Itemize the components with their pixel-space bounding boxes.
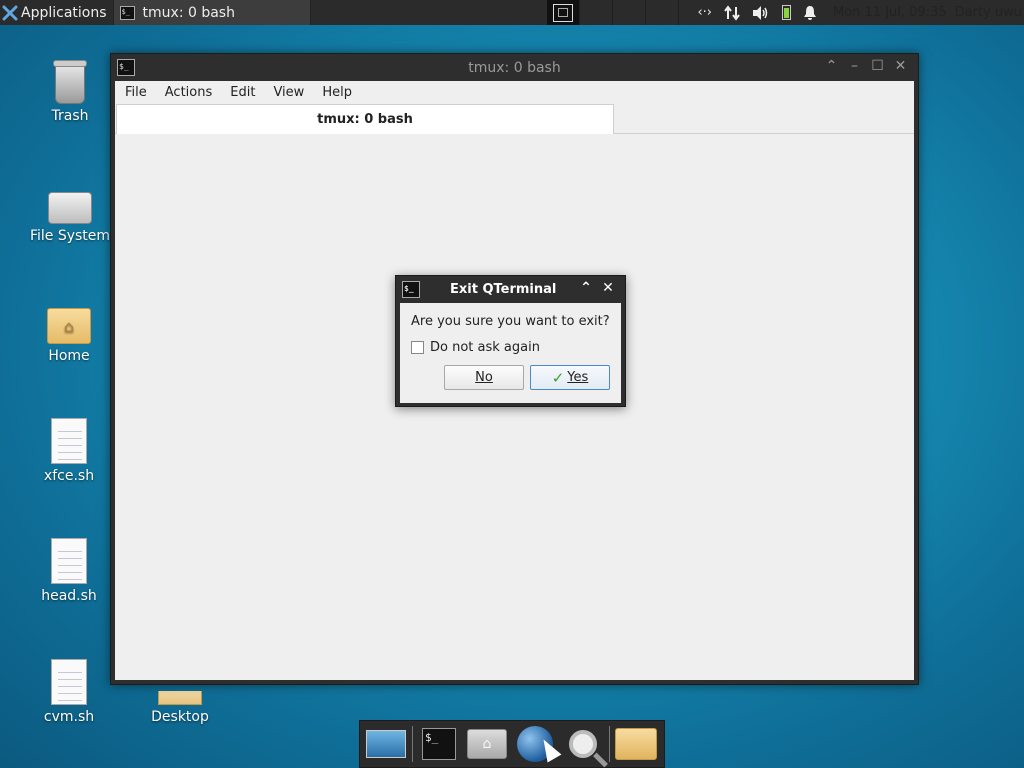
script-file-icon: [51, 659, 87, 705]
dialog-title: Exit QTerminal: [450, 282, 557, 297]
dock-files[interactable]: [614, 724, 658, 764]
do-not-ask-checkbox[interactable]: Do not ask again: [411, 340, 540, 355]
folder-icon: [615, 728, 657, 760]
applications-label: Applications: [21, 4, 107, 21]
desktop-icon-file-system[interactable]: File System: [25, 172, 115, 244]
dock-file-manager[interactable]: ⌂: [465, 724, 509, 764]
exit-dialog: $_ Exit QTerminal ⌃ ✕ Are you sure you w…: [395, 275, 626, 407]
desktop-icon-label: File System: [29, 228, 111, 244]
volume-icon[interactable]: [752, 5, 770, 21]
yes-button[interactable]: ✓ Yes: [530, 365, 610, 390]
workspace-3[interactable]: [613, 0, 646, 25]
desktop-icon-label: Home: [48, 348, 90, 364]
menu-help[interactable]: Help: [312, 85, 360, 100]
close-icon[interactable]: ✕: [889, 58, 912, 74]
dialog-titlebar[interactable]: $_ Exit QTerminal ⌃ ✕: [396, 276, 625, 303]
menubar: File Actions Edit View Help: [115, 81, 914, 103]
desktop-icon-label: Desktop: [151, 709, 209, 725]
file-manager-icon: ⌂: [467, 729, 507, 759]
notification-bell-icon[interactable]: [803, 5, 817, 21]
desktop-icon-trash[interactable]: Trash: [25, 52, 115, 124]
terminal-area[interactable]: [115, 134, 914, 680]
terminal-icon: $_: [119, 5, 135, 20]
dialog-body: Are you sure you want to exit? Do not as…: [400, 303, 621, 403]
terminal-icon: [558, 8, 568, 17]
desktop-icon-cvm-sh[interactable]: cvm.sh: [24, 653, 114, 725]
dock-app-finder[interactable]: [561, 724, 605, 764]
checkbox-label: Do not ask again: [430, 340, 540, 355]
network-icon[interactable]: ‹·›: [697, 5, 712, 20]
window-preview-icon: [553, 3, 573, 22]
desktop-icon-home[interactable]: ⌂ Home: [24, 292, 114, 364]
taskbar-item-label: tmux: 0 bash: [142, 4, 235, 21]
desktop-icon-label: head.sh: [41, 588, 97, 604]
desktop-icon-xfce-sh[interactable]: xfce.sh: [24, 412, 114, 484]
battery-icon[interactable]: [782, 5, 791, 20]
tab-bar: tmux: 0 bash: [115, 103, 914, 134]
keep-above-icon[interactable]: ⌃: [820, 58, 843, 74]
desktop-icon-label: cvm.sh: [43, 709, 95, 725]
minimize-icon[interactable]: –: [843, 58, 866, 74]
tab-tmux[interactable]: tmux: 0 bash: [116, 104, 614, 134]
workspace-4[interactable]: [646, 0, 679, 25]
maximize-icon[interactable]: ☐: [866, 58, 889, 74]
show-desktop-icon: [366, 730, 406, 758]
desktop-icon-label: Trash: [51, 108, 89, 124]
desktop-icon-label: xfce.sh: [43, 468, 95, 484]
drive-icon: [48, 192, 92, 224]
keep-above-icon[interactable]: ⌃: [575, 280, 597, 296]
terminal-icon: $_: [422, 728, 456, 760]
dock-terminal[interactable]: $_: [417, 724, 461, 764]
menu-file[interactable]: File: [115, 85, 155, 100]
no-button[interactable]: No: [444, 365, 524, 390]
no-button-label: No: [475, 370, 493, 385]
taskbar-item-tmux[interactable]: $_ tmux: 0 bash: [112, 0, 311, 25]
checkmark-icon: ✓: [551, 368, 565, 387]
workspace-2[interactable]: [580, 0, 613, 25]
desktop-icon-head-sh[interactable]: head.sh: [24, 532, 114, 604]
xfce-logo-icon: [2, 5, 18, 20]
close-icon[interactable]: ✕: [597, 280, 619, 296]
trash-icon: [53, 60, 87, 104]
window-titlebar[interactable]: $_ tmux: 0 bash ⌃ – ☐ ✕: [111, 54, 918, 81]
applications-menu-button[interactable]: Applications: [0, 0, 113, 25]
home-folder-icon: ⌂: [47, 308, 91, 344]
dialog-message: Are you sure you want to exit?: [411, 314, 610, 329]
system-tray: ‹·› Mon 11 Jul, 09:35 Darty uwu: [691, 0, 1024, 25]
menu-edit[interactable]: Edit: [220, 85, 263, 100]
clock[interactable]: Mon 11 Jul, 09:35: [833, 5, 947, 20]
checkbox-box[interactable]: [411, 341, 424, 354]
folder-icon: [158, 691, 202, 705]
dock: $_ ⌂: [359, 720, 665, 768]
terminal-icon: $_: [117, 59, 135, 76]
workspace-switcher: [547, 0, 697, 25]
script-file-icon: [51, 418, 87, 464]
user-menu[interactable]: Darty uwu: [955, 5, 1022, 20]
window-title: tmux: 0 bash: [468, 59, 561, 76]
workspace-1[interactable]: [547, 0, 580, 25]
terminal-icon: $_: [402, 281, 420, 298]
transfer-arrows-icon[interactable]: [724, 4, 740, 21]
search-icon: [569, 730, 597, 758]
menu-view[interactable]: View: [263, 85, 312, 100]
dock-separator: [412, 726, 413, 762]
dock-separator: [609, 726, 610, 762]
menu-actions[interactable]: Actions: [155, 85, 221, 100]
dock-show-desktop[interactable]: [364, 724, 408, 764]
script-file-icon: [51, 538, 87, 584]
yes-button-label: Yes: [567, 370, 589, 385]
